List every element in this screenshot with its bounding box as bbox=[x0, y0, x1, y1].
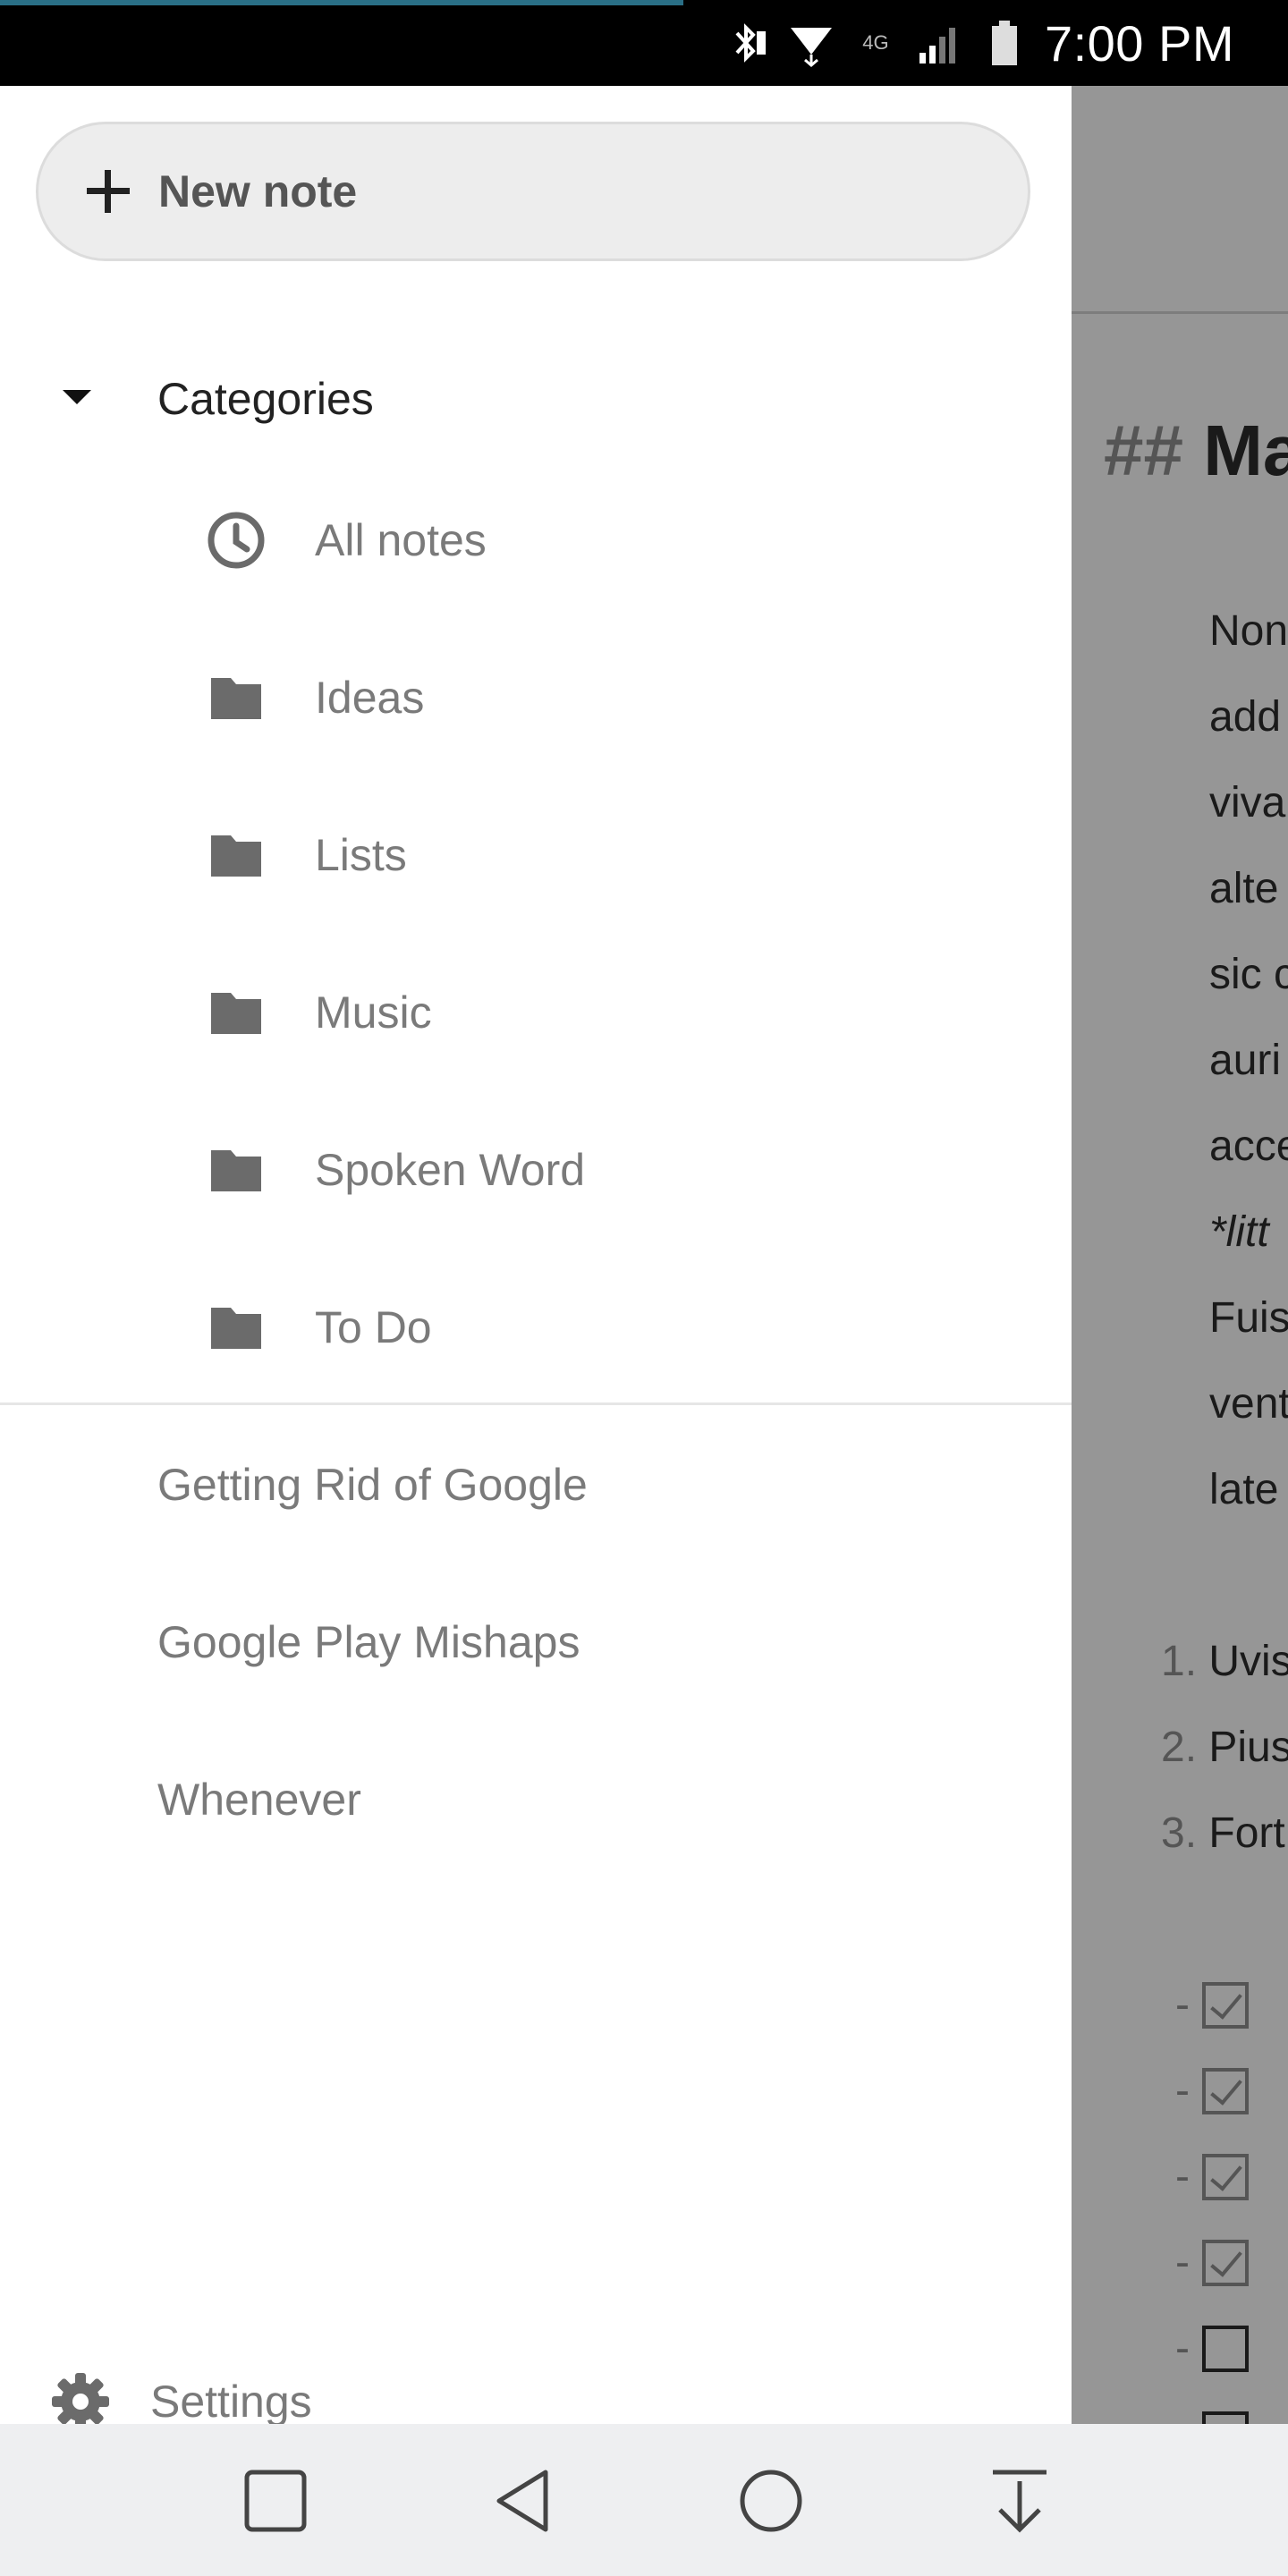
category-item-all-notes[interactable]: All notes bbox=[0, 469, 1072, 612]
note-item-google-play-mishaps[interactable]: Google Play Mishaps bbox=[0, 1571, 1072, 1714]
loading-progress-bar bbox=[0, 0, 683, 5]
checklist-item: - bbox=[1175, 1980, 1249, 2029]
home-button[interactable] bbox=[735, 2465, 807, 2537]
system-nav-bar bbox=[0, 2424, 1288, 2576]
recents-button[interactable] bbox=[240, 2465, 311, 2537]
checklist-item: - bbox=[1175, 2324, 1249, 2373]
checkbox-checked-icon bbox=[1201, 1981, 1249, 2029]
checklist-item: - bbox=[1175, 2410, 1249, 2424]
ordered-list-item: 2. Pius bbox=[1161, 1723, 1288, 1772]
category-item-music[interactable]: Music bbox=[0, 941, 1072, 1084]
category-label: Lists bbox=[315, 830, 407, 880]
paragraph-line: vent bbox=[1209, 1380, 1288, 1428]
heading-text: Ma bbox=[1203, 411, 1288, 490]
heading-hash: ## bbox=[1104, 411, 1183, 490]
paragraph-line: sic c bbox=[1209, 951, 1288, 998]
category-label: Ideas bbox=[315, 673, 425, 723]
checklist-item: - bbox=[1175, 2238, 1249, 2287]
paragraph-line: Fuis bbox=[1209, 1294, 1288, 1342]
navigation-drawer: New note Categories All notes Ideas List… bbox=[0, 86, 1072, 2430]
note-heading: ## Ma bbox=[1104, 410, 1288, 492]
square-icon bbox=[244, 2470, 307, 2532]
category-item-lists[interactable]: Lists bbox=[0, 784, 1072, 927]
back-triangle-icon bbox=[496, 2470, 548, 2532]
drawer-divider bbox=[0, 1402, 1072, 1405]
checklist-dash: - bbox=[1175, 2325, 1190, 2372]
arrow-down-icon bbox=[993, 2470, 1046, 2533]
category-label: Spoken Word bbox=[315, 1145, 586, 1195]
paragraph-line: alte bbox=[1209, 865, 1279, 912]
caret-down-icon bbox=[63, 390, 91, 404]
paragraph-line: acce bbox=[1209, 1123, 1288, 1170]
bluetooth-icon bbox=[723, 19, 771, 67]
category-label: To Do bbox=[315, 1302, 432, 1352]
status-icons: 4G 7:00 PM bbox=[723, 14, 1234, 72]
note-label: Google Play Mishaps bbox=[157, 1617, 580, 1667]
checkbox-empty-icon bbox=[1201, 2325, 1249, 2372]
folder-icon bbox=[204, 665, 268, 730]
note-label: Getting Rid of Google bbox=[157, 1460, 588, 1510]
paragraph-line: *litt bbox=[1209, 1208, 1269, 1256]
home-circle-icon bbox=[740, 2470, 802, 2532]
checklist-dash: - bbox=[1175, 2067, 1190, 2114]
checkbox-checked-icon bbox=[1201, 2153, 1249, 2200]
categories-label: Categories bbox=[157, 374, 374, 424]
paragraph-line: late bbox=[1209, 1466, 1279, 1513]
paragraph-line: add bbox=[1209, 693, 1282, 741]
signal-icon bbox=[916, 19, 964, 67]
note-content-scrim[interactable]: ## Ma Non add viva alte sic c auri acce … bbox=[1072, 86, 1288, 2424]
paragraph-line: viva bbox=[1209, 779, 1286, 826]
note-label: Whenever bbox=[157, 1775, 361, 1825]
folder-icon bbox=[204, 1295, 268, 1360]
category-item-spoken-word[interactable]: Spoken Word bbox=[0, 1098, 1072, 1241]
list-text: Fort bbox=[1208, 1809, 1285, 1857]
list-text: Pius bbox=[1208, 1724, 1288, 1771]
category-item-to-do[interactable]: To Do bbox=[0, 1256, 1072, 1399]
wifi-icon bbox=[787, 19, 835, 67]
paragraph-line: Non bbox=[1209, 607, 1288, 655]
list-number: 2. bbox=[1161, 1724, 1198, 1771]
notification-pull-button[interactable] bbox=[984, 2465, 1055, 2537]
checklist-item: - bbox=[1175, 2066, 1249, 2115]
ordered-list-item: 1. Uvis bbox=[1161, 1637, 1288, 1686]
checklist-dash: - bbox=[1175, 1981, 1190, 2029]
checklist-dash: - bbox=[1175, 2239, 1190, 2286]
list-number: 1. bbox=[1161, 1638, 1198, 1685]
back-button[interactable] bbox=[488, 2465, 560, 2537]
checklist-dash: - bbox=[1175, 2153, 1190, 2200]
list-number: 3. bbox=[1161, 1809, 1198, 1857]
folder-icon bbox=[204, 1138, 268, 1202]
new-note-button[interactable]: New note bbox=[36, 122, 1030, 261]
folder-icon bbox=[204, 823, 268, 887]
status-bar: 4G 7:00 PM bbox=[0, 0, 1288, 86]
checkbox-checked-icon bbox=[1201, 2067, 1249, 2114]
battery-icon bbox=[980, 19, 1029, 67]
network-type-label: 4G bbox=[862, 31, 889, 54]
plus-icon bbox=[80, 163, 137, 220]
category-item-ideas[interactable]: Ideas bbox=[0, 626, 1072, 769]
categories-toggle[interactable]: Categories bbox=[0, 338, 1072, 460]
checklist-dash: - bbox=[1175, 2410, 1190, 2424]
new-note-label: New note bbox=[158, 166, 358, 216]
list-text: Uvis bbox=[1208, 1638, 1288, 1685]
note-item-whenever[interactable]: Whenever bbox=[0, 1728, 1072, 1871]
clock-time: 7:00 PM bbox=[1044, 14, 1234, 72]
note-toolbar bbox=[1072, 86, 1288, 314]
checklist-item: - bbox=[1175, 2152, 1249, 2201]
clock-icon bbox=[204, 508, 268, 572]
checkbox-empty-icon bbox=[1201, 2411, 1249, 2424]
category-label: Music bbox=[315, 987, 432, 1038]
ordered-list-item: 3. Fort bbox=[1161, 1809, 1285, 1858]
checkbox-checked-icon bbox=[1201, 2239, 1249, 2286]
folder-icon bbox=[204, 980, 268, 1045]
category-label: All notes bbox=[315, 515, 487, 565]
note-item-getting-rid-of-google[interactable]: Getting Rid of Google bbox=[0, 1413, 1072, 1556]
settings-label: Settings bbox=[150, 2377, 312, 2427]
paragraph-line: auri bbox=[1209, 1037, 1282, 1084]
